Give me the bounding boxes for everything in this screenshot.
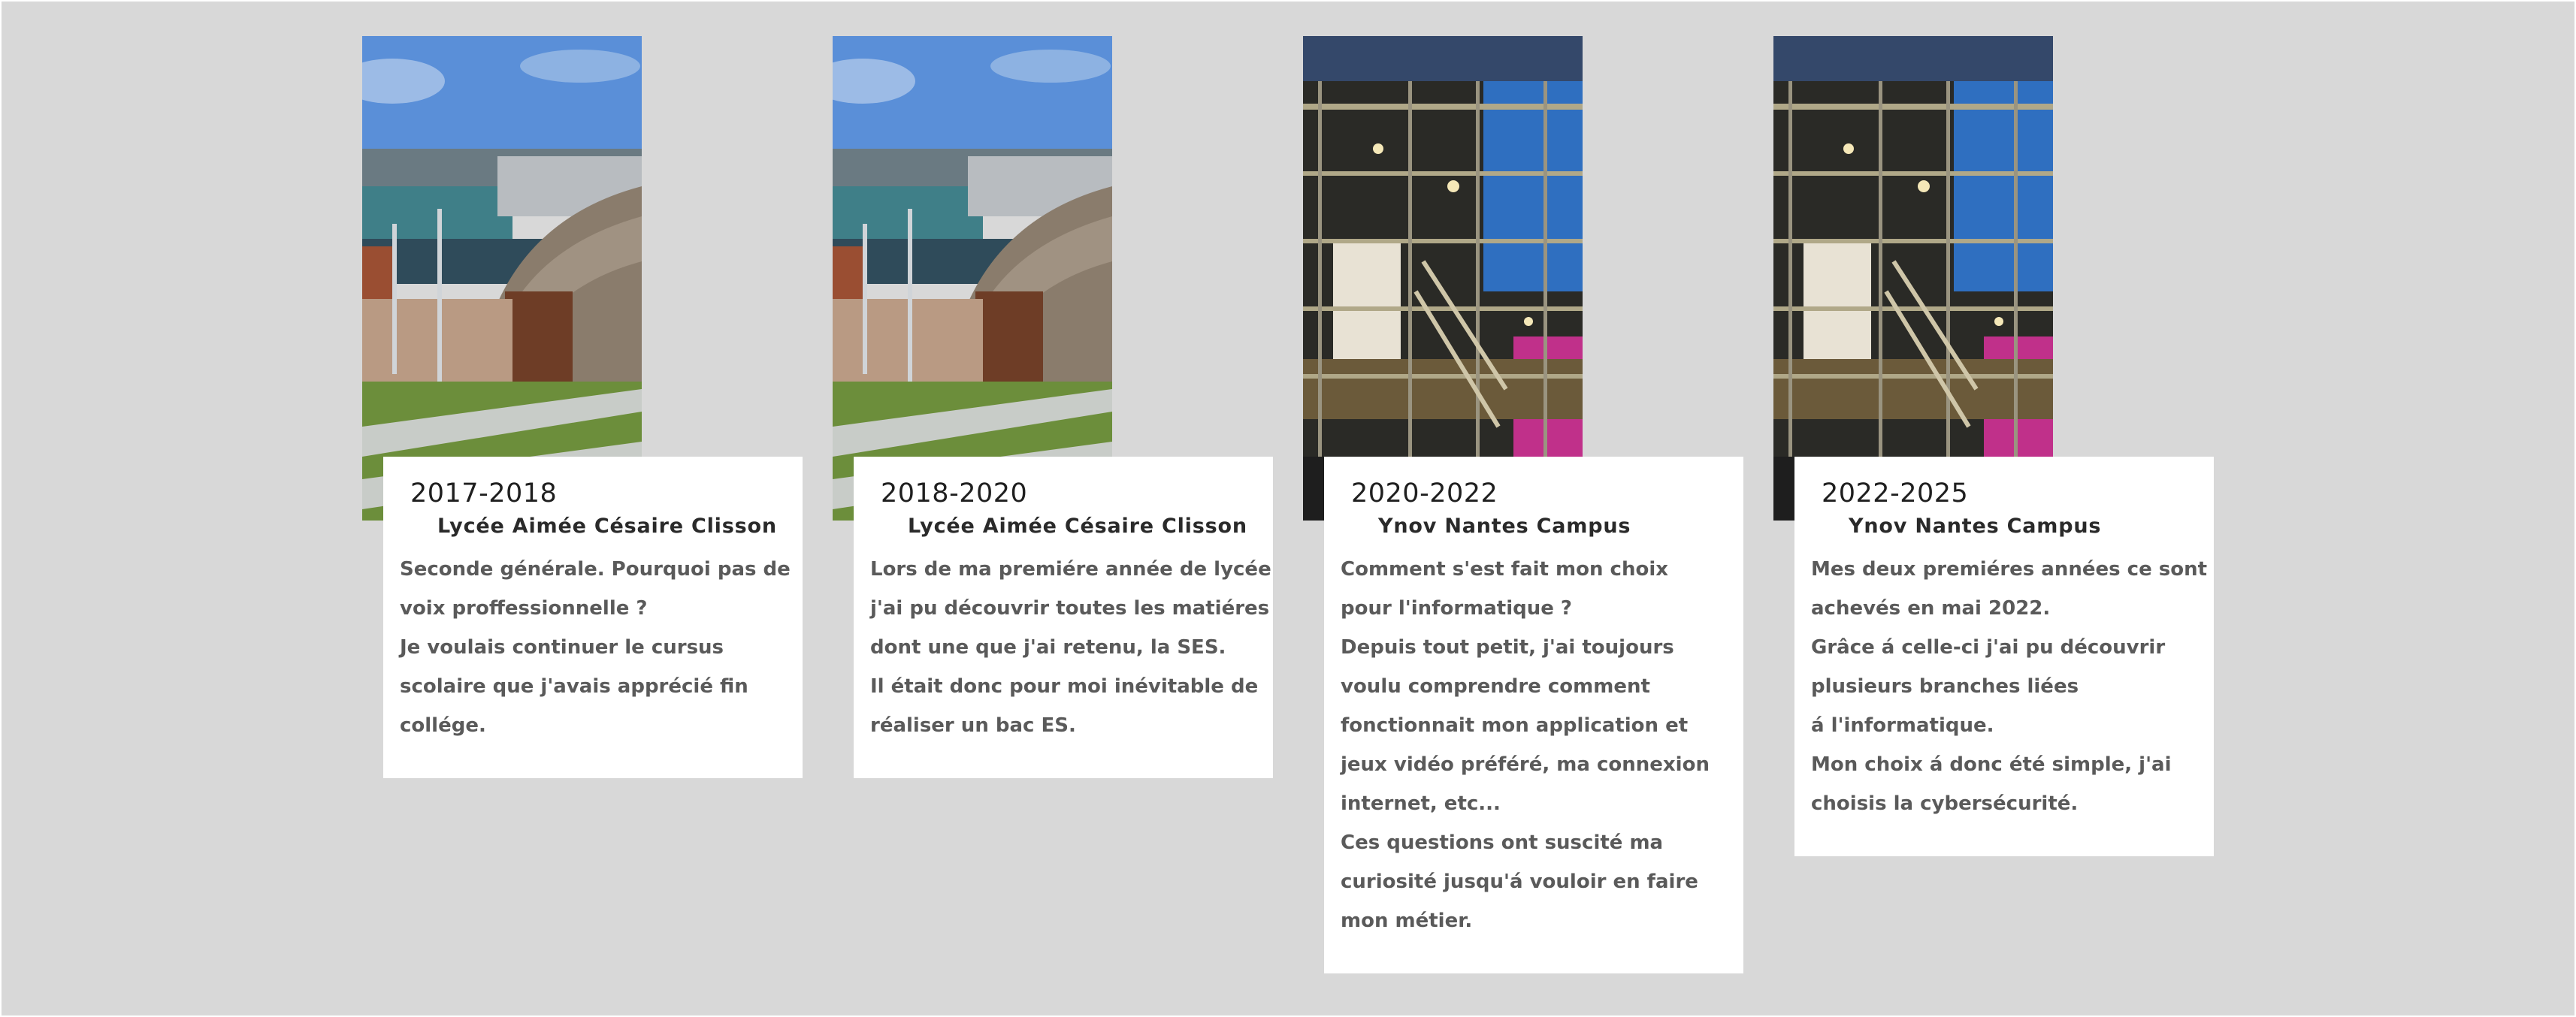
timeline-text-panel: 2020-2022 Ynov Nantes Campus Comment s'e… bbox=[1324, 457, 1743, 973]
description-line: Comment s'est fait mon choix bbox=[1341, 558, 1669, 581]
description-line: internet, etc... bbox=[1341, 792, 1501, 815]
description-line: scolaire que j'avais apprécié fin bbox=[400, 675, 748, 698]
description-line: dont une que j'ai retenu, la SES. bbox=[870, 636, 1226, 659]
school-name: Ynov Nantes Campus bbox=[1378, 515, 1631, 538]
description: Comment s'est fait mon choix pour l'info… bbox=[1341, 550, 1727, 940]
school-name: Ynov Nantes Campus bbox=[1849, 515, 2102, 538]
timeline-text-panel: 2022-2025 Ynov Nantes Campus Mes deux pr… bbox=[1794, 457, 2214, 856]
description-line: á l'informatique. bbox=[1811, 714, 1994, 737]
description-line: collége. bbox=[400, 714, 486, 737]
description-line: Ces questions ont suscité ma bbox=[1341, 831, 1664, 854]
school-name: Lycée Aimée Césaire Clisson bbox=[908, 515, 1247, 538]
period-heading: 2020-2022 bbox=[1351, 478, 1498, 508]
campus-building-photo bbox=[1773, 36, 2053, 521]
description-line: Mon choix á donc été simple, j'ai bbox=[1811, 753, 2172, 776]
description-line: choisis la cybersécurité. bbox=[1811, 792, 2079, 815]
description: Lors de ma premiére année de lycée j'ai … bbox=[870, 550, 1271, 745]
timeline-text-panel: 2018-2020 Lycée Aimée Césaire Clisson Lo… bbox=[854, 457, 1273, 778]
description-line: Je voulais continuer le cursus bbox=[400, 636, 724, 659]
description-line: curiosité jusqu'á vouloir en faire bbox=[1341, 871, 1698, 893]
school-building-photo bbox=[362, 36, 642, 521]
description-line: jeux vidéo préféré, ma connexion bbox=[1341, 753, 1710, 776]
description-line: j'ai pu découvrir toutes les matiéres bbox=[870, 597, 1270, 620]
description-line: Il était donc pour moi inévitable de bbox=[870, 675, 1259, 698]
campus-building-photo bbox=[1303, 36, 1583, 521]
period-heading: 2018-2020 bbox=[881, 478, 1028, 508]
description: Mes deux premiéres années ce sont achevé… bbox=[1811, 550, 2208, 823]
school-building-photo bbox=[833, 36, 1112, 521]
description: Seconde générale. Pourquoi pas de voix p… bbox=[400, 550, 791, 745]
description-line: Grâce á celle-ci j'ai pu découvrir bbox=[1811, 636, 2166, 659]
period-heading: 2017-2018 bbox=[410, 478, 558, 508]
timeline-text-panel: 2017-2018 Lycée Aimée Césaire Clisson Se… bbox=[383, 457, 803, 778]
description-line: achevés en mai 2022. bbox=[1811, 597, 2051, 620]
period-heading: 2022-2025 bbox=[1822, 478, 1969, 508]
description-line: Depuis tout petit, j'ai toujours bbox=[1341, 636, 1674, 659]
description-line: Seconde générale. Pourquoi pas de bbox=[400, 558, 791, 581]
description-line: réaliser un bac ES. bbox=[870, 714, 1076, 737]
description-line: plusieurs branches liées bbox=[1811, 675, 2079, 698]
school-name: Lycée Aimée Césaire Clisson bbox=[437, 515, 777, 538]
description-line: mon métier. bbox=[1341, 910, 1473, 932]
description-line: voulu comprendre comment bbox=[1341, 675, 1650, 698]
description-line: voix proffessionnelle ? bbox=[400, 597, 648, 620]
description-line: pour l'informatique ? bbox=[1341, 597, 1573, 620]
description-line: Lors de ma premiére année de lycée bbox=[870, 558, 1271, 581]
description-line: fonctionnait mon application et bbox=[1341, 714, 1689, 737]
description-line: Mes deux premiéres années ce sont bbox=[1811, 558, 2208, 581]
